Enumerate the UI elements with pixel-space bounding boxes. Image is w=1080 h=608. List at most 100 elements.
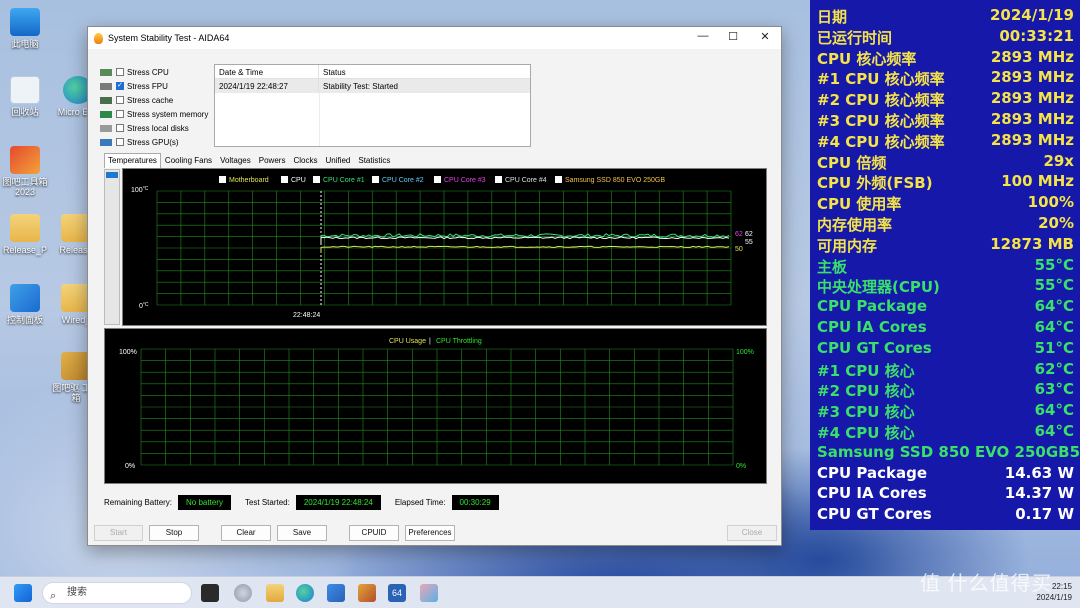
osd-label: #3 CPU 核心频率 — [817, 112, 945, 130]
memory-module-icon — [100, 110, 112, 118]
close-button[interactable]: Close — [727, 525, 777, 541]
window-title: System Stability Test - AIDA64 — [108, 33, 230, 43]
legend-samsung-ssd[interactable]: Samsung SSD 850 EVO 250GB — [555, 176, 665, 184]
cpuid-button[interactable]: CPUID — [349, 525, 399, 541]
stress-fpu-checkbox[interactable] — [116, 81, 124, 90]
stress-cpu-checkbox[interactable] — [116, 68, 124, 76]
maximize-button[interactable]: ☐ — [718, 30, 748, 43]
legend-label: Samsung SSD 850 EVO 250GB — [565, 177, 665, 184]
stress-gpu-checkbox[interactable] — [116, 138, 124, 146]
stress-cache-checkbox[interactable] — [116, 96, 124, 104]
osd-value: 64°C — [1034, 401, 1074, 420]
table-row[interactable]: 2024/1/19 22:48:27 Stability Test: Start… — [215, 79, 530, 93]
clear-button[interactable]: Clear — [221, 525, 271, 541]
osd-label: 日期 — [817, 8, 848, 26]
column-header-status[interactable]: Status — [319, 65, 350, 78]
computer-icon — [10, 8, 40, 36]
osd-row: #1 CPU 核心频率 2893 MHz — [817, 68, 1074, 88]
widgets-icon[interactable] — [234, 584, 252, 602]
task-view-icon[interactable] — [201, 584, 219, 602]
temperature-graph-svg: Motherboard CPU CPU Core #1 CPU Core #2 … — [131, 176, 753, 319]
stress-memory-option[interactable]: Stress system memory — [100, 107, 208, 121]
legend-label: CPU — [291, 177, 306, 184]
y-axis-bottom-label: 0°C — [139, 302, 149, 310]
minimize-button[interactable]: — — [688, 30, 718, 42]
stress-cpu-option[interactable]: Stress CPU — [100, 65, 208, 79]
legend-cpu-usage: CPU Usage — [389, 338, 426, 345]
y-axis-top-label: 100°C — [131, 186, 149, 194]
stop-button[interactable]: Stop — [149, 525, 199, 541]
usage-left-top-label: 100% — [119, 349, 137, 356]
legend-checkbox[interactable] — [281, 176, 288, 183]
tab-statistics[interactable]: Statistics — [354, 153, 394, 168]
edge-icon[interactable] — [296, 584, 314, 602]
legend-cpu-core-4[interactable]: CPU Core #4 — [495, 176, 547, 184]
legend-motherboard[interactable]: Motherboard — [219, 176, 269, 184]
desktop-icon-release-p[interactable]: Release_P — [0, 214, 53, 255]
file-explorer-icon[interactable] — [266, 584, 284, 602]
desktop-icon-this-pc[interactable]: 此电脑 — [0, 8, 53, 49]
store-icon[interactable] — [327, 584, 345, 602]
stress-cache-option[interactable]: Stress cache — [100, 93, 208, 107]
stress-disks-checkbox[interactable] — [116, 124, 124, 132]
scrollbar-thumb[interactable] — [106, 172, 118, 178]
tab-voltages[interactable]: Voltages — [216, 153, 255, 168]
stress-fpu-option[interactable]: Stress FPU — [100, 79, 208, 93]
graph-tabs: Temperatures Cooling Fans Voltages Power… — [104, 153, 394, 168]
tab-powers[interactable]: Powers — [255, 153, 290, 168]
osd-label: #2 CPU 核心频率 — [817, 91, 945, 110]
cpu-usage-graph-svg: CPU Usage | CPU Throttling 100% 0% 100% … — [119, 338, 754, 470]
stress-gpu-option[interactable]: Stress GPU(s) — [100, 135, 208, 149]
osd-value: 100% — [1027, 193, 1074, 212]
legend-checkbox[interactable] — [313, 176, 320, 183]
stress-memory-checkbox[interactable] — [116, 110, 124, 118]
taskbar-search[interactable]: ⌕ 搜索 — [42, 582, 192, 604]
aida64-taskbar-icon[interactable]: 64 — [388, 584, 406, 602]
legend-cpu[interactable]: CPU — [281, 176, 306, 184]
disk-icon — [100, 124, 112, 132]
legend-label: CPU Core #2 — [382, 177, 424, 184]
column-header-date-time[interactable]: Date & Time — [215, 65, 319, 78]
osd-label: #4 CPU 核心频率 — [817, 132, 945, 151]
tab-unified[interactable]: Unified — [321, 153, 354, 168]
preferences-button[interactable]: Preferences — [405, 525, 455, 541]
legend-cpu-core-3[interactable]: CPU Core #3 — [434, 176, 486, 184]
desktop-icon-recycle-bin[interactable]: 回收站 — [0, 76, 53, 117]
osd-row: 内存使用率 20% — [817, 214, 1074, 234]
end-value-motherboard: 55 — [745, 239, 753, 246]
sensor-scrollbar[interactable] — [104, 169, 120, 325]
stress-tool-icon[interactable] — [420, 584, 438, 602]
windows-start-icon[interactable] — [14, 584, 32, 602]
osd-label: CPU Package — [817, 297, 928, 316]
tab-temperatures[interactable]: Temperatures — [104, 153, 161, 168]
elapsed-time-value: 00:30:29 — [451, 495, 499, 510]
legend-checkbox[interactable] — [555, 176, 562, 183]
cpu-chip-icon — [100, 68, 112, 76]
osd-label: #4 CPU 核心 — [817, 424, 915, 442]
osd-value: 62°C — [1034, 359, 1074, 378]
osd-value: 64°C — [1034, 297, 1074, 316]
osd-label: Samsung SSD 850 EVO 250GB — [817, 442, 1070, 461]
osd-row: #3 CPU 核心频率 2893 MHz — [817, 110, 1074, 130]
desktop-icon-control-panel[interactable]: 控制面板 — [0, 284, 53, 325]
usage-right-top-label: 100% — [736, 349, 754, 356]
tab-cooling-fans[interactable]: Cooling Fans — [161, 153, 216, 168]
watermark: 值 什么值得买 — [920, 573, 1053, 595]
toolbox-icon[interactable] — [358, 584, 376, 602]
desktop-icon-toolbox[interactable]: 图吧工具箱 2023 — [0, 146, 53, 197]
legend-checkbox[interactable] — [434, 176, 441, 183]
osd-row: 可用内存 12873 MB — [817, 235, 1074, 255]
start-button[interactable]: Start — [94, 525, 143, 541]
close-window-button[interactable]: ✕ — [750, 30, 780, 43]
save-button[interactable]: Save — [277, 525, 327, 541]
osd-row: #4 CPU 核心频率 2893 MHz — [817, 131, 1074, 151]
title-bar[interactable]: System Stability Test - AIDA64 — ☐ ✕ — [88, 27, 781, 49]
legend-cpu-core-2[interactable]: CPU Core #2 — [372, 176, 424, 184]
legend-cpu-core-1[interactable]: CPU Core #1 — [313, 176, 365, 184]
stress-disks-option[interactable]: Stress local disks — [100, 121, 208, 135]
legend-checkbox[interactable] — [219, 176, 226, 183]
legend-checkbox[interactable] — [495, 176, 502, 183]
legend-checkbox[interactable] — [372, 176, 379, 183]
tab-clocks[interactable]: Clocks — [289, 153, 321, 168]
osd-row: #2 CPU 核心频率 2893 MHz — [817, 89, 1074, 109]
